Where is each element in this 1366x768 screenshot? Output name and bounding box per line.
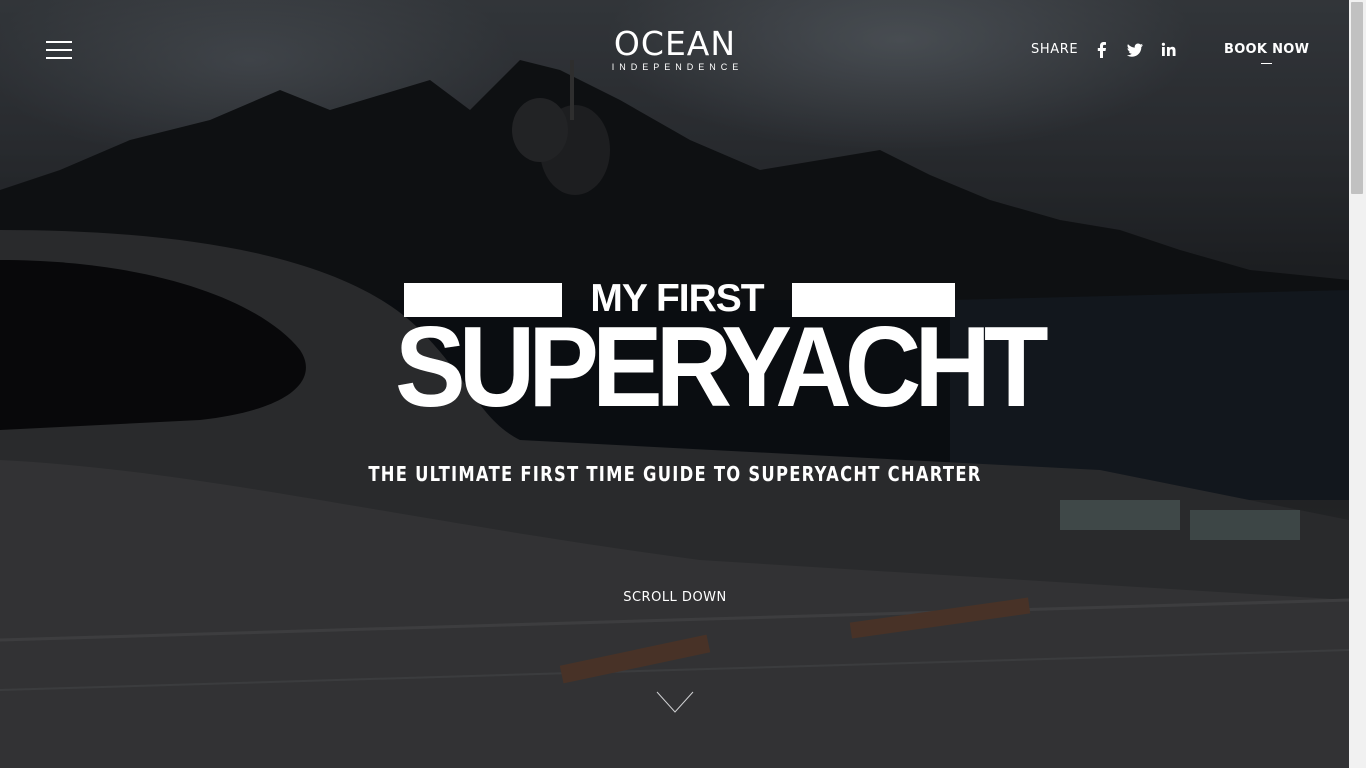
book-now-underline xyxy=(1261,63,1272,64)
facebook-icon[interactable] xyxy=(1092,40,1112,60)
scroll-down-link[interactable]: SCROLL DOWN xyxy=(575,590,775,605)
twitter-icon[interactable] xyxy=(1125,40,1145,60)
book-now-button[interactable]: BOOK NOW xyxy=(1224,42,1309,57)
logo-main-text: OCEAN xyxy=(613,24,737,63)
hamburger-menu-button[interactable] xyxy=(44,38,74,62)
page-scrollbar[interactable] xyxy=(1349,0,1366,768)
title-line-2: SUPERYACHT xyxy=(395,303,1049,431)
chevron-down-icon[interactable] xyxy=(655,690,695,714)
menu-line xyxy=(46,41,72,43)
share-label: SHARE xyxy=(1031,42,1079,57)
site-logo[interactable]: OCEAN INDEPENDENCE xyxy=(575,27,775,73)
menu-line xyxy=(46,57,72,59)
menu-line xyxy=(46,49,72,51)
logo-sub-text: INDEPENDENCE xyxy=(611,62,744,72)
hero-title: MY FIRST SUPERYACHT xyxy=(395,277,1049,441)
scrollbar-thumb[interactable] xyxy=(1351,2,1363,194)
linkedin-icon[interactable] xyxy=(1159,40,1179,60)
hero-subtitle: THE ULTIMATE FIRST TIME GUIDE TO SUPERYA… xyxy=(368,462,982,486)
